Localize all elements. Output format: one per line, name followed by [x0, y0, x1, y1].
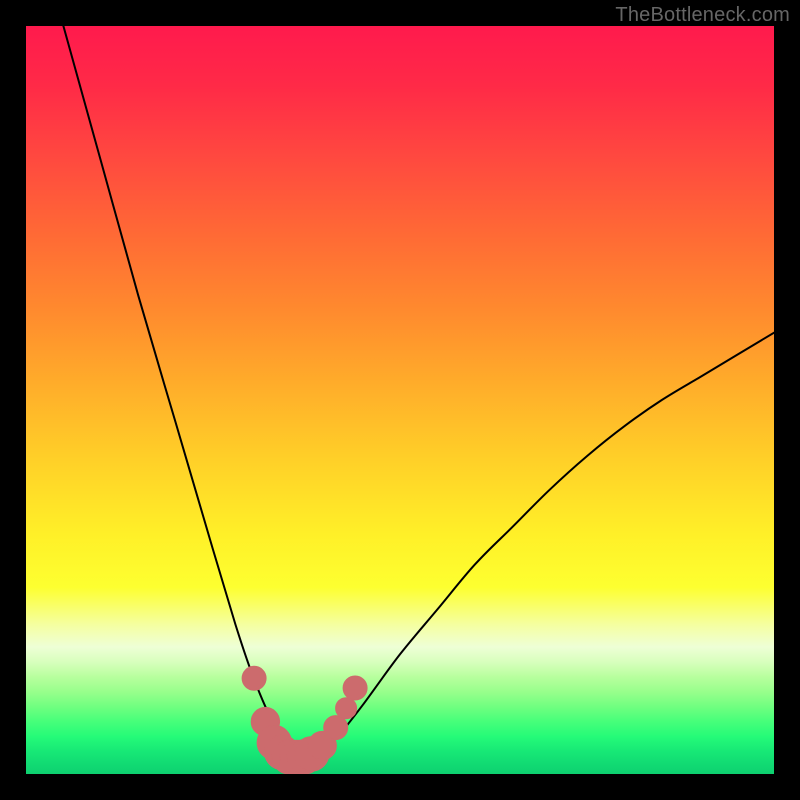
curve-markers — [242, 666, 367, 774]
curve-marker — [242, 666, 266, 690]
bottleneck-curve — [63, 26, 774, 758]
watermark-text: TheBottleneck.com — [615, 4, 790, 27]
curve-marker — [324, 716, 348, 740]
plot-area — [26, 26, 774, 774]
curve-marker — [336, 698, 357, 719]
curve-marker — [343, 676, 367, 700]
chart-svg — [26, 26, 774, 774]
outer-frame: TheBottleneck.com — [0, 0, 800, 800]
